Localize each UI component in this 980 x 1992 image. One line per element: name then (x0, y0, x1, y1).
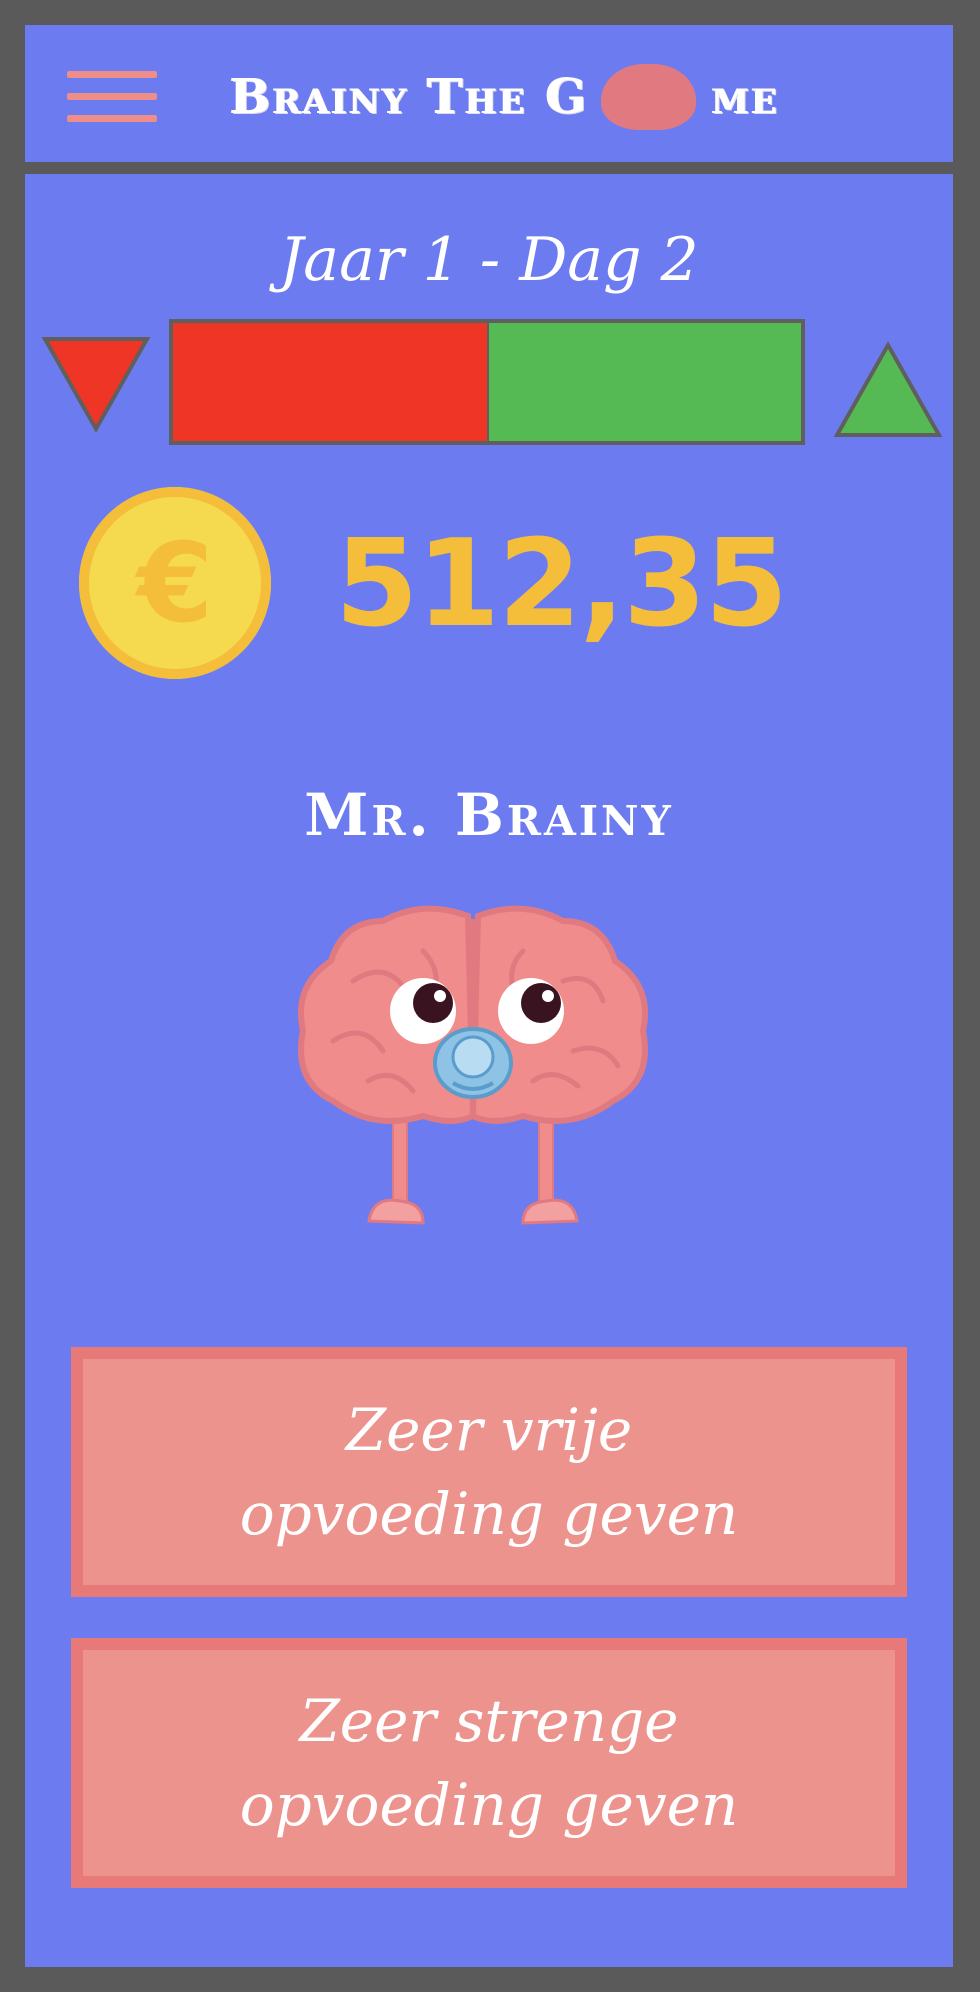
free-upbringing-line1: Zeer vrije (345, 1395, 633, 1464)
strict-upbringing-line2: opvoeding geven (239, 1771, 739, 1839)
strict-upbringing-line1: Zeer strenge (299, 1686, 679, 1755)
app-title-part2: me (711, 69, 780, 125)
header-divider (25, 162, 953, 174)
parenting-balance-bar (169, 319, 805, 445)
strict-upbringing-button[interactable]: Zeer strenge opvoeding geven (71, 1638, 907, 1888)
free-upbringing-line2: opvoeding geven (239, 1480, 739, 1548)
pacifier-icon (433, 1027, 513, 1099)
balance-bar-negative (173, 323, 487, 441)
triangle-up-icon[interactable] (833, 337, 943, 447)
app-title-part1: Brainy The G (230, 69, 589, 125)
character-name: Mr. Brainy (304, 781, 674, 849)
title-brain-icon (600, 64, 696, 130)
euro-coin-icon: € (79, 487, 271, 679)
triangle-down-icon[interactable] (41, 331, 151, 441)
brain-legs (367, 1115, 579, 1225)
baby-brain-character (297, 905, 649, 1225)
hamburger-icon[interactable] (67, 71, 157, 122)
game-screen: Brainy The G me Jaar 1 - Dag 2 € 512,35 … (25, 25, 953, 1967)
currency-symbol: € (136, 519, 214, 647)
top-bar: Brainy The G me (25, 25, 953, 162)
day-label: Jaar 1 - Dag 2 (279, 225, 699, 295)
free-upbringing-button[interactable]: Zeer vrije opvoeding geven (71, 1347, 907, 1597)
app-title: Brainy The G me (230, 64, 950, 130)
balance-bar-positive (487, 323, 801, 441)
money-amount: 512,35 (335, 515, 788, 654)
